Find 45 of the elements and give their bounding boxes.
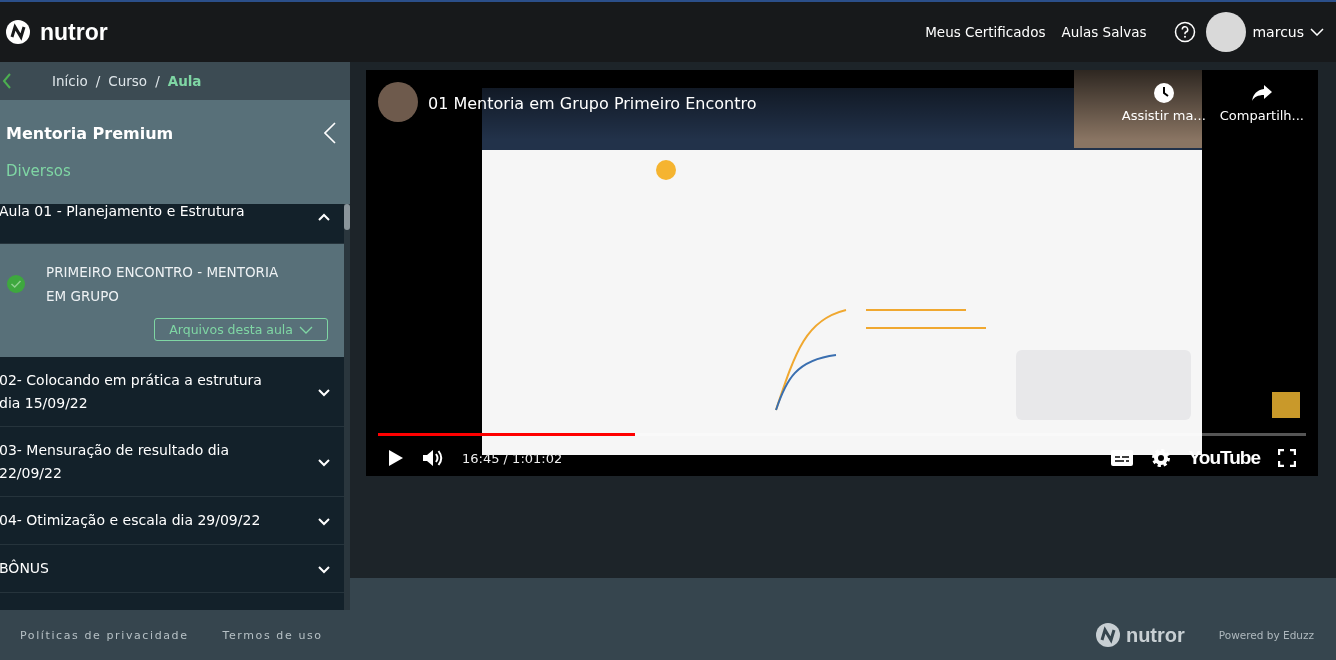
captions-icon[interactable] [1110,450,1133,466]
back-icon[interactable] [2,73,12,89]
course-title: Mentoria Premium [6,123,174,143]
module-title: 02- Colocando em prática a estrutura dia 15/09/22 [0,370,263,413]
module-title: 04- Otimização e escala dia 29/09/22 [0,511,262,530]
fullscreen-icon[interactable] [1278,449,1296,467]
share-button[interactable]: Compartilh... [1219,82,1304,123]
logo-text: nutror [40,18,108,46]
breadcrumb-link[interactable]: Aula [167,73,202,89]
course-category: Diversos [6,162,72,180]
footer-logo-text: nutror [1125,623,1185,647]
chevron-up-icon[interactable] [318,213,330,221]
module-title: 03- Mensuração de resultado dia 22/09/22 [0,440,231,483]
user-avatar[interactable] [1206,12,1247,52]
chevron-down-icon[interactable] [318,566,330,574]
scrollbar[interactable] [344,204,350,610]
video-title[interactable]: 01 Mentoria em Grupo Primeiro Encontro [428,94,1108,113]
logo-icon [6,20,30,44]
lesson-item[interactable]: PRIMEIRO ENCONTRO - MENTORIA EM GRUPO Arquivos desta aula [0,244,344,357]
powered-by-text: Powered by Eduzz [1218,629,1314,641]
clock-icon [1152,82,1175,104]
chevron-down-icon[interactable] [318,389,330,397]
footer-link[interactable]: Políticas de privacidade [20,628,189,642]
chevron-down-icon[interactable] [318,518,330,526]
nav-link[interactable]: Aulas Salvas [1061,24,1147,40]
settings-icon[interactable] [1150,448,1171,468]
volume-icon[interactable] [422,448,444,468]
progress-bar[interactable] [378,433,1306,436]
help-icon[interactable] [1174,21,1197,43]
chevron-down-icon[interactable] [1310,28,1324,36]
breadcrumb-link[interactable]: Início [52,73,88,89]
video-time: 16:45 / 1:01:02 [462,450,563,466]
chevron-down-icon [299,325,313,334]
module-title: BÔNUS [0,558,50,578]
chevron-down-icon[interactable] [318,459,330,467]
breadcrumb-link[interactable]: Curso [108,73,148,89]
footer-link[interactable]: Termos de uso [222,628,323,642]
user-name[interactable]: marcus [1252,24,1304,40]
play-icon[interactable] [388,449,404,467]
breadcrumb-separator: / [95,73,101,89]
collapse-icon[interactable] [324,122,336,144]
lesson-title: PRIMEIRO ENCONTRO - MENTORIA EM GRUPO [46,263,280,306]
breadcrumb-separator: / [155,73,160,89]
nav-link[interactable]: Meus Certificados [925,24,1046,40]
logo-icon [1095,623,1120,647]
